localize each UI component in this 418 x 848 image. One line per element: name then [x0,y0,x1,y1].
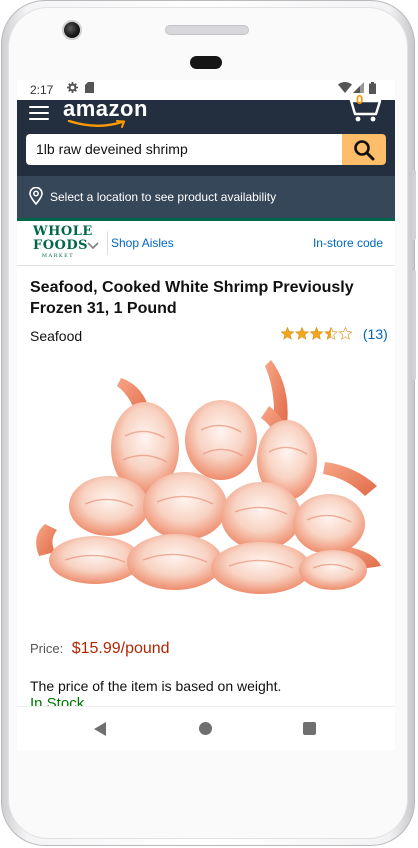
cart-button[interactable]: 0 [343,92,383,124]
proximity-sensor [190,56,222,69]
wf-logo-line3: MARKET [41,253,75,259]
search-button[interactable] [342,134,386,165]
wf-logo-line2: FOODS [33,238,89,253]
product-image[interactable] [25,356,387,624]
cart-count: 0 [356,92,364,107]
product-title: Seafood, Cooked White Shrimp Previously … [30,279,354,317]
location-pin-icon [29,186,43,208]
instore-code-link[interactable]: In-store code [313,236,383,250]
chevron-down-icon[interactable] [87,237,99,255]
amazon-logo[interactable]: amazon [63,96,148,128]
sd-card-icon [85,82,94,96]
recents-icon[interactable] [303,722,316,735]
front-camera [62,20,82,40]
product-rating[interactable]: (13) [280,326,388,342]
gear-icon [67,82,78,96]
rating-stars [280,326,357,342]
price-row: Price: $15.99/pound [30,640,170,658]
whole-foods-bar: WHOLE FOODS MARKET Shop Aisles In-store … [17,218,395,266]
search-icon [354,139,375,160]
search-input[interactable] [26,134,342,165]
power-button [412,170,416,240]
product-category: Seafood [30,328,83,344]
search-row [17,130,395,176]
review-count[interactable]: (13) [363,326,388,342]
location-text: Select a location to see product availab… [50,190,277,204]
home-icon[interactable] [199,722,212,735]
wf-logo-line1: WHOLE [33,224,93,239]
volume-button [412,270,416,380]
back-icon[interactable] [93,722,107,741]
screen: 2:17 amazon 0 1lb raw deveined shrimp Se… [17,80,395,750]
weight-note: The price of the item is based on weight… [30,678,282,694]
menu-icon[interactable] [29,102,49,120]
location-bar[interactable]: Select a location to see product availab… [17,176,395,218]
shop-aisles-link[interactable]: Shop Aisles [111,236,174,250]
amazon-smile-icon [67,120,126,128]
status-time: 2:17 [30,83,54,97]
whole-foods-logo[interactable]: WHOLE FOODS MARKET [33,224,93,260]
price-label: Price: [30,641,64,656]
amazon-logo-text: amazon [63,96,148,121]
price-value: $15.99/pound [71,640,170,657]
divider [107,231,108,255]
android-nav-bar [17,706,395,750]
earpiece-speaker [165,25,249,35]
